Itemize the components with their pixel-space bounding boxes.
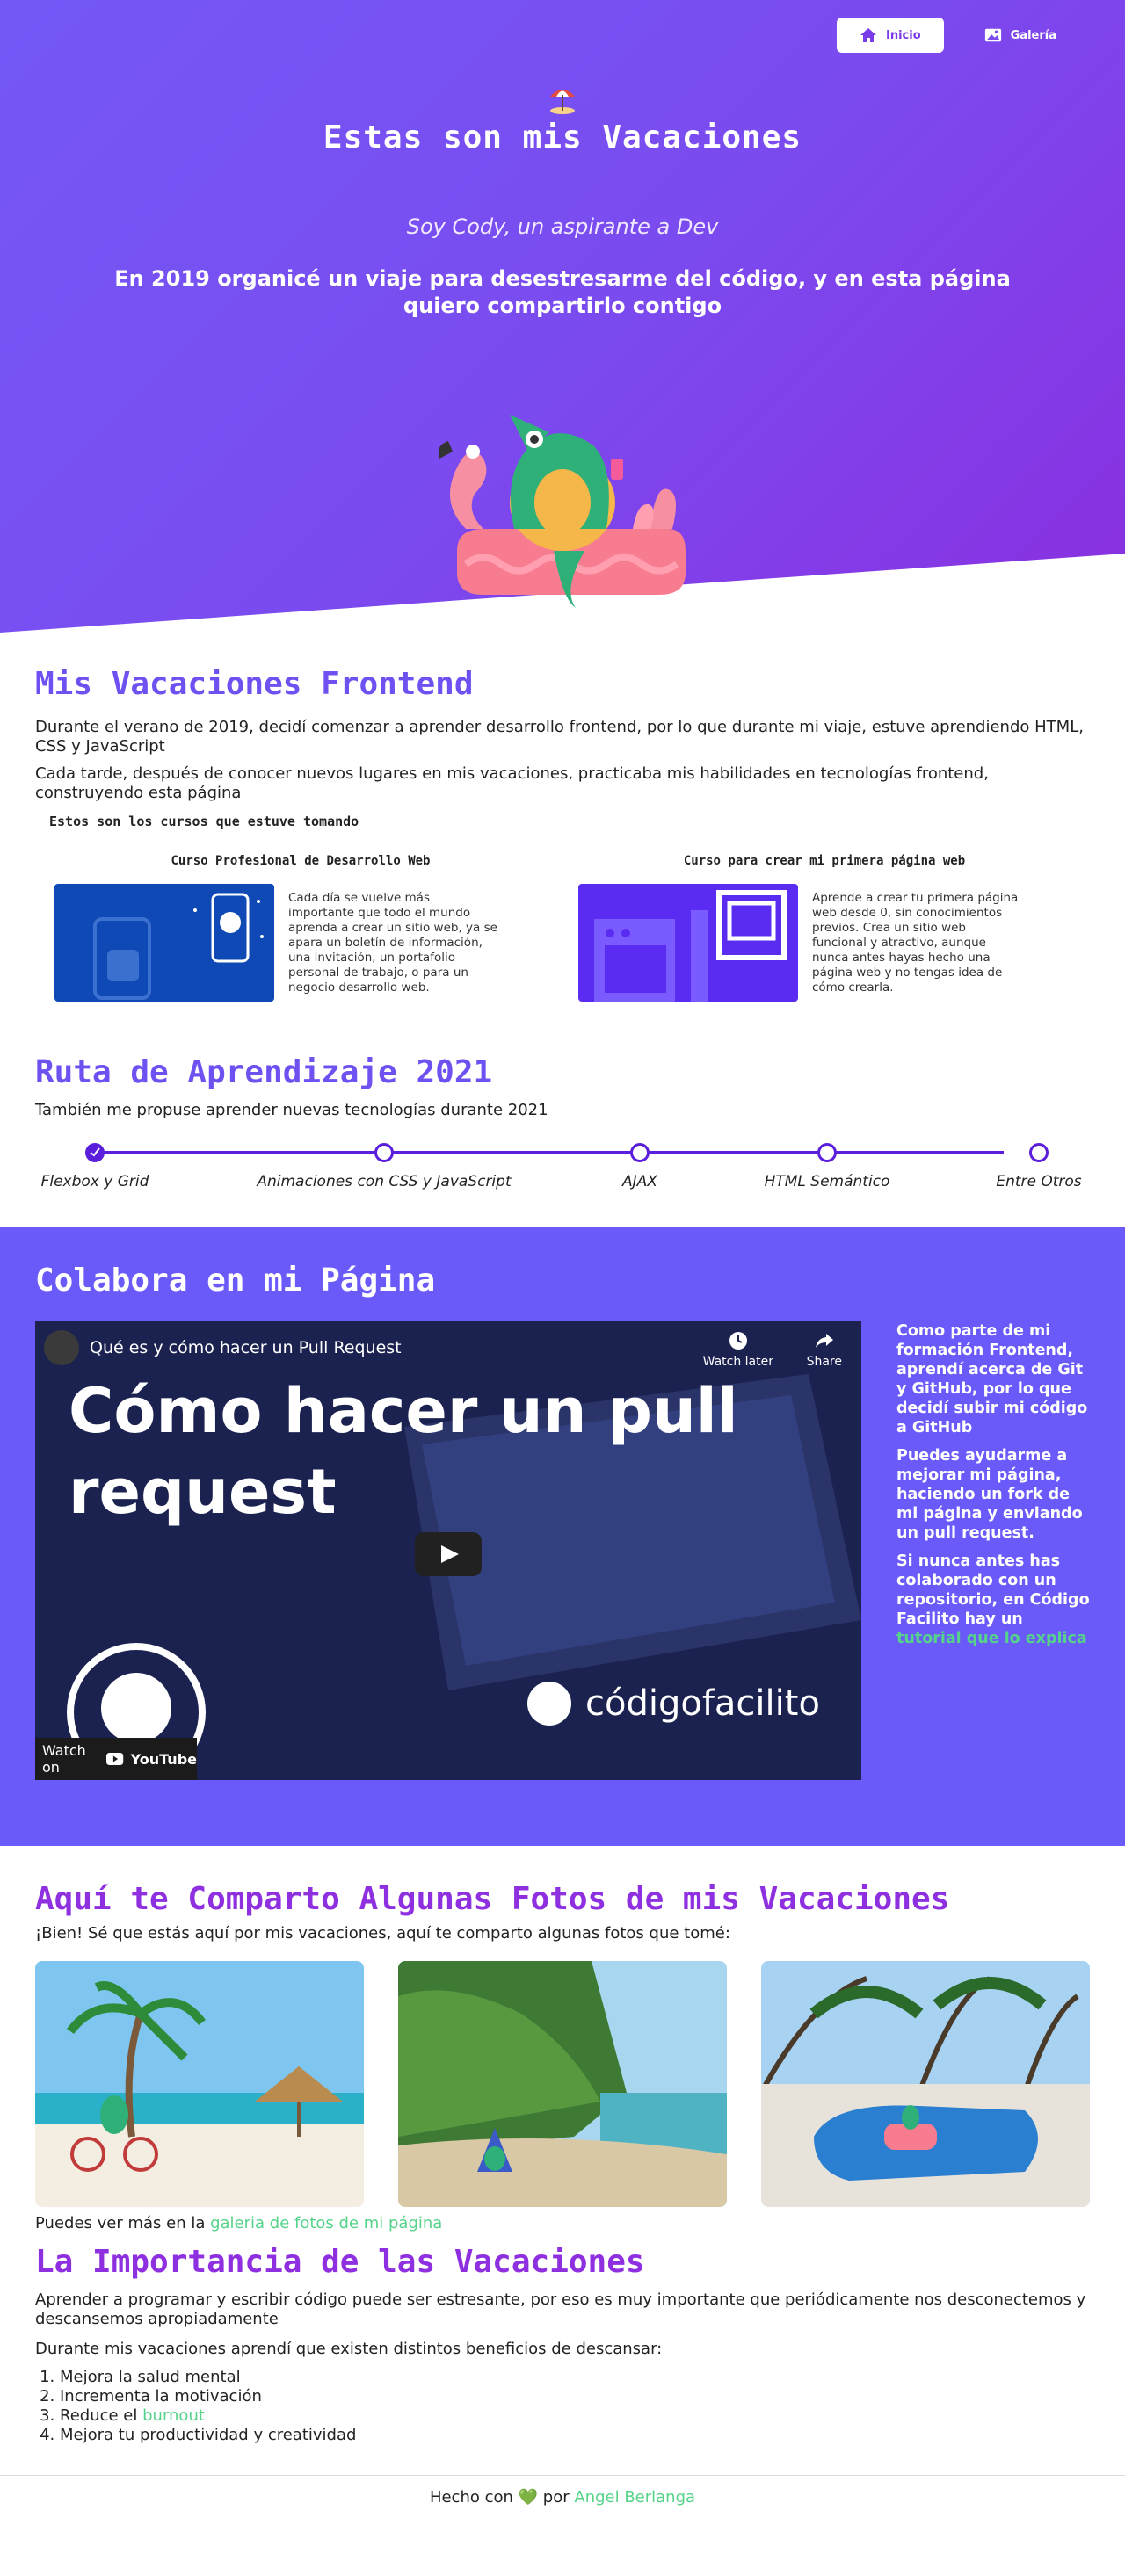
- jungle-beach-photo[interactable]: [398, 1961, 727, 2207]
- collab-paragraph-2: Puedes ayudarme a mejorar mi página, hac…: [896, 1447, 1083, 1542]
- author-link[interactable]: Angel Berlanga: [574, 2488, 695, 2507]
- nav-home-button[interactable]: Inicio: [836, 18, 944, 53]
- youtube-label: YouTube: [130, 1750, 197, 1768]
- tutorial-link[interactable]: tutorial que lo explica: [896, 1630, 1087, 1647]
- video-headline-line: request: [69, 1456, 337, 1528]
- timeline-node: [817, 1143, 837, 1162]
- timeline-node-done: [85, 1143, 105, 1162]
- collab-paragraph-3: Si nunca antes has colaborado con un rep…: [896, 1552, 1090, 1648]
- collab-paragraph-1: Como parte de mi formación Frontend, apr…: [896, 1322, 1088, 1436]
- burnout-link[interactable]: burnout: [142, 2406, 205, 2425]
- footer: Hecho con 💚 por Angel Berlanga: [0, 2475, 1125, 2536]
- timeline-node: [630, 1143, 650, 1162]
- gallery-link[interactable]: galeria de fotos de mi página: [210, 2214, 442, 2232]
- hero-lead: En 2019 organicé un viaje para desestres…: [114, 266, 1011, 318]
- hero-header: Inicio Galería Estas son mis Vacaciones …: [0, 0, 1125, 633]
- share-icon: [815, 1334, 833, 1348]
- page-title: Estas son mis Vacaciones: [323, 119, 802, 156]
- video-brand-text: códigofacilito: [585, 1683, 820, 1724]
- timeline-label: AJAX: [622, 1173, 657, 1190]
- video-headline: Cómo hacer un pull request: [69, 1371, 738, 1532]
- video-title[interactable]: Qué es y cómo hacer un Pull Request: [90, 1338, 402, 1357]
- nav-gallery-label: Galería: [1010, 28, 1056, 42]
- play-button[interactable]: [415, 1532, 482, 1576]
- nav-home-label: Inicio: [885, 28, 921, 42]
- crocodile-flamingo-illustration: [438, 415, 686, 608]
- timeline-label: HTML Semántico: [764, 1173, 890, 1190]
- watch-on-label: Watch on: [42, 1742, 86, 1776]
- timeline-label: Animaciones con CSS y JavaScript: [257, 1173, 512, 1190]
- footer-by: por: [542, 2488, 570, 2507]
- channel-avatar[interactable]: [44, 1330, 79, 1365]
- list-item-text: Reduce el: [60, 2406, 143, 2425]
- watch-later-button[interactable]: Watch later: [703, 1330, 773, 1369]
- list-item: Reduce el burnout: [60, 2406, 1090, 2426]
- footer-prefix: Hecho con: [429, 2488, 513, 2507]
- heart-icon: 💚: [518, 2488, 539, 2507]
- collab-paragraph-3-text: Si nunca antes has colaborado con un rep…: [896, 1552, 1090, 1628]
- frontend-paragraph-1: Durante el verano de 2019, decidí comenz…: [35, 718, 1084, 756]
- importance-section: La Importancia de las Vacaciones Aprende…: [0, 2233, 1125, 2445]
- image-icon: [984, 28, 1001, 42]
- video-brand: códigofacilito: [527, 1682, 820, 1726]
- course-web-dev-image[interactable]: [54, 884, 274, 1002]
- photos-title: Aquí te Comparto Algunas Fotos de mis Va…: [35, 1881, 950, 1917]
- hero-subtitle: Soy Cody, un aspirante a Dev: [406, 214, 719, 239]
- play-icon: [441, 1545, 459, 1563]
- clock-icon: [729, 1332, 747, 1350]
- importance-paragraph-2: Durante mis vacaciones aprendí que exist…: [35, 2340, 663, 2358]
- collab-title: Colabora en mi Página: [35, 1263, 436, 1299]
- course-title: Curso para crear mi primera página web: [683, 854, 966, 868]
- course-title: Curso Profesional de Desarrollo Web: [171, 854, 431, 868]
- frontend-section: Mis Vacaciones Frontend Durante el veran…: [0, 633, 1125, 1002]
- frontend-paragraph-2: Cada tarde, después de conocer nuevos lu…: [35, 764, 989, 802]
- timeline-label: Entre Otros: [996, 1173, 1082, 1190]
- importance-title: La Importancia de las Vacaciones: [35, 2244, 645, 2280]
- collaborate-section: Colabora en mi Página Qué es y cómo hace…: [0, 1227, 1125, 1846]
- photos-section: Aquí te Comparto Algunas Fotos de mis Va…: [0, 1846, 1125, 2233]
- timeline-node: [1029, 1143, 1049, 1162]
- check-icon: [90, 1147, 100, 1157]
- course-description: Aprende a crear tu primera página web de…: [812, 891, 1019, 995]
- benefits-list: Mejora la salud mental Incrementa la mot…: [60, 2368, 1090, 2445]
- route-intro: También me propuse aprender nuevas tecno…: [35, 1101, 548, 1119]
- course-first-page-image[interactable]: [578, 884, 798, 1002]
- importance-paragraph-1: Aprender a programar y escribir código p…: [35, 2290, 1086, 2328]
- list-item: Mejora la salud mental: [60, 2368, 1090, 2387]
- course-description: Cada día se vuelve más importante que to…: [288, 891, 497, 995]
- route-title: Ruta de Aprendizaje 2021: [35, 1054, 493, 1090]
- collab-text: Como parte de mi formación Frontend, apr…: [896, 1321, 1090, 1780]
- learning-timeline: Flexbox y Grid Animaciones con CSS y Jav…: [35, 1140, 1090, 1192]
- share-button[interactable]: Share: [807, 1330, 842, 1369]
- home-icon: [860, 28, 876, 42]
- learning-route-section: Ruta de Aprendizaje 2021 También me prop…: [0, 1002, 1125, 1192]
- video-headline-line: Cómo hacer un pull: [69, 1375, 738, 1447]
- beach-photo[interactable]: [35, 1961, 364, 2207]
- timeline-line: [95, 1151, 1004, 1154]
- codigofacilito-logo-icon: [527, 1682, 571, 1726]
- photo-gallery: [35, 1961, 1090, 2207]
- beach-umbrella-icon: [550, 90, 575, 114]
- nav-gallery-button[interactable]: Galería: [962, 18, 1079, 53]
- list-item: Mejora tu productividad y creatividad: [60, 2426, 1090, 2445]
- gallery-more-prefix: Puedes ver más en la: [35, 2214, 211, 2232]
- courses-list: Curso Profesional de Desarrollo Web Cada…: [35, 854, 1090, 1002]
- gallery-more-text: Puedes ver más en la galeria de fotos de…: [35, 2214, 1090, 2233]
- list-item: Incrementa la motivación: [60, 2387, 1090, 2406]
- courses-heading: Estos son los cursos que estuve tomando: [49, 814, 359, 829]
- watch-later-label: Watch later: [702, 1355, 773, 1369]
- youtube-video-embed[interactable]: Qué es y cómo hacer un Pull Request Watc…: [35, 1321, 861, 1780]
- top-nav: Inicio Galería: [836, 18, 1079, 53]
- course-card: Curso Profesional de Desarrollo Web Cada…: [54, 854, 547, 1002]
- timeline-label: Flexbox y Grid: [40, 1173, 149, 1190]
- share-label: Share: [806, 1355, 842, 1369]
- pool-photo[interactable]: [761, 1961, 1090, 2207]
- photos-intro: ¡Bien! Sé que estás aquí por mis vacacio…: [35, 1924, 730, 1943]
- frontend-title: Mis Vacaciones Frontend: [35, 666, 474, 702]
- course-card: Curso para crear mi primera página web A…: [578, 854, 1071, 1002]
- watch-on-youtube-button[interactable]: Watch on YouTube: [35, 1738, 197, 1780]
- timeline-node: [374, 1143, 394, 1162]
- youtube-icon: [106, 1753, 124, 1765]
